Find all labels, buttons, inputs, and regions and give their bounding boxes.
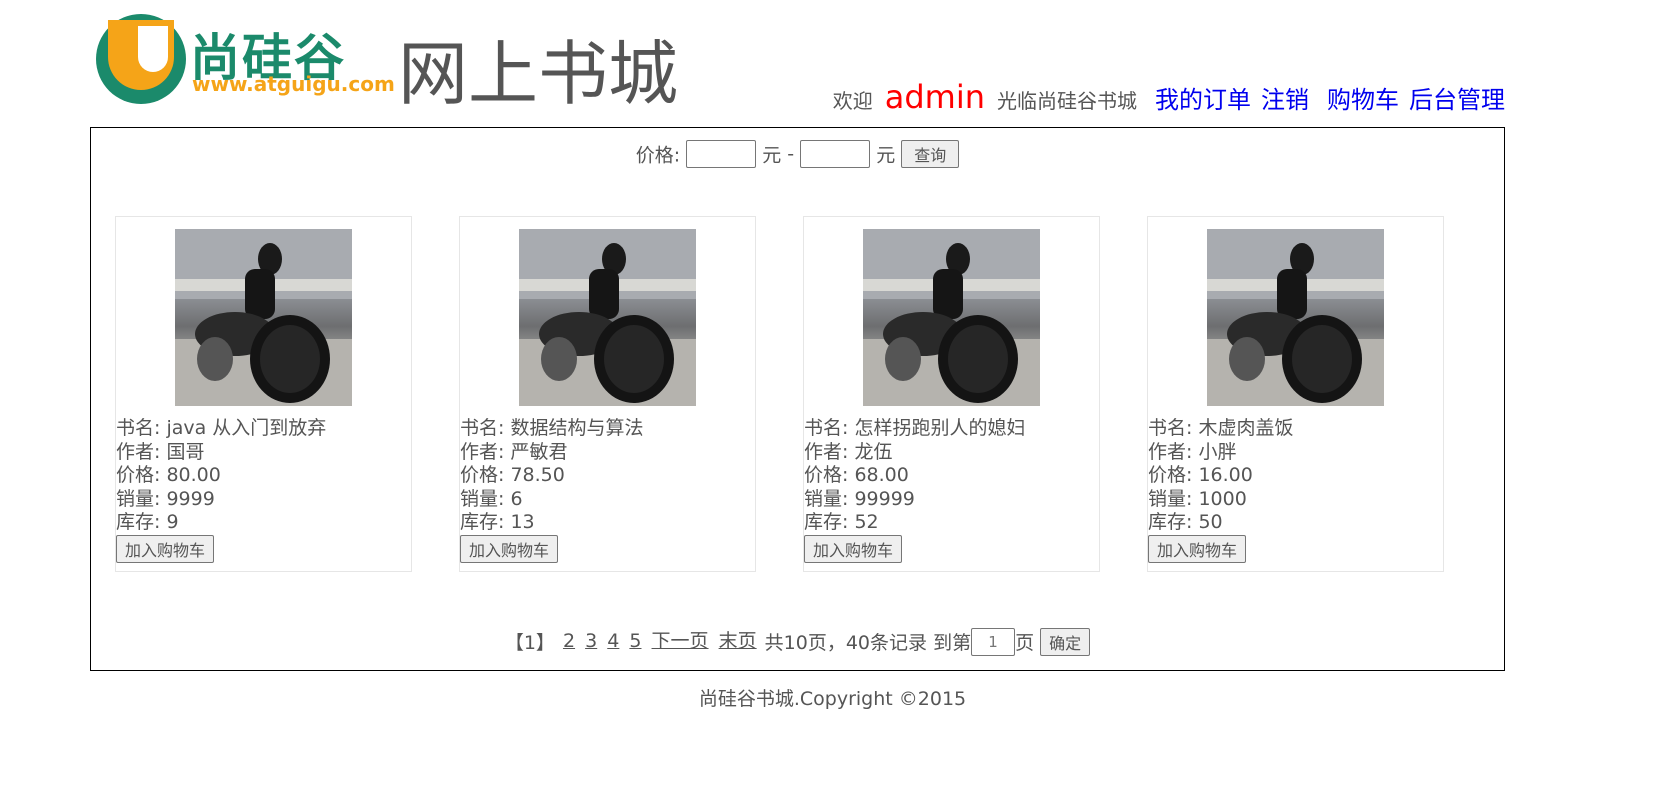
add-to-cart-button[interactable]: 加入购物车: [116, 535, 215, 563]
book-price: 价格: 80.00: [116, 464, 221, 486]
current-page: 【1】: [504, 632, 555, 654]
book-stock: 库存: 13: [460, 511, 535, 533]
add-to-cart-button[interactable]: 加入购物车: [460, 535, 559, 563]
book-cover-image: [863, 229, 1040, 406]
logo: 尚硅谷 www.atguigu.com: [96, 14, 395, 106]
logo-url-text: www.atguigu.com: [192, 72, 395, 96]
page-link-4[interactable]: 4: [607, 630, 619, 652]
max-price-input[interactable]: [800, 140, 871, 168]
site-title: 网上书城: [398, 33, 678, 115]
logo-u-mark: [96, 14, 186, 104]
page-link-2[interactable]: 2: [563, 630, 575, 652]
add-to-cart-button[interactable]: 加入购物车: [804, 535, 903, 563]
book-cover-image: [175, 229, 352, 406]
book-price: 价格: 68.00: [804, 464, 909, 486]
book-stock: 库存: 9: [116, 511, 179, 533]
goto-prefix: 到第: [933, 632, 972, 654]
price-label: 价格:: [635, 144, 681, 167]
book-stock: 库存: 52: [804, 511, 879, 533]
book-author: 作者: 小胖: [1148, 440, 1237, 463]
pagination: 【1】 2 3 4 5 下一页 末页 共10页，40条记录 到第 页 确定: [91, 626, 1504, 656]
book-card: 书名: java 从入门到放弃 作者: 国哥 价格: 80.00 销量: 999…: [115, 216, 412, 572]
admin-link[interactable]: 后台管理: [1409, 80, 1505, 115]
next-page-link[interactable]: 下一页: [652, 630, 709, 652]
last-page-link[interactable]: 末页: [719, 630, 757, 652]
book-cover-image: [519, 229, 696, 406]
book-sales: 销量: 99999: [804, 487, 915, 510]
welcome-text: 欢迎: [832, 89, 873, 113]
book-author: 作者: 严敏君: [460, 440, 568, 463]
motorcycle-rider-picture: [863, 229, 1040, 406]
book-sales: 销量: 1000: [1148, 487, 1247, 510]
page-link-5[interactable]: 5: [629, 630, 641, 652]
main-content: 价格: 元 - 元 查询 书名: java 从入门到放弃 作者: 国哥 价格: …: [90, 127, 1505, 671]
goto-page-input[interactable]: [971, 627, 1016, 656]
price-search: 价格: 元 - 元 查询: [91, 140, 1504, 168]
page-summary: 共10页，40条记录: [764, 632, 928, 654]
book-card: 书名: 数据结构与算法 作者: 严敏君 价格: 78.50 销量: 6 库存: …: [459, 216, 756, 572]
footer-copyright: 尚硅谷书城.Copyright ©2015: [698, 688, 967, 710]
book-name: 书名: java 从入门到放弃: [116, 417, 327, 439]
page-link-3[interactable]: 3: [585, 630, 597, 652]
motorcycle-rider-picture: [519, 229, 696, 406]
cart-link[interactable]: 购物车: [1327, 80, 1399, 115]
confirm-button[interactable]: 确定: [1040, 627, 1091, 656]
motorcycle-rider-picture: [1207, 229, 1384, 406]
book-name: 书名: 木虚肉盖饭: [1148, 417, 1294, 439]
book-cover-image: [1207, 229, 1384, 406]
book-stock: 库存: 50: [1148, 511, 1223, 533]
separator: -: [787, 143, 795, 165]
unit-label: 元: [762, 144, 782, 167]
motorcycle-rider-picture: [175, 229, 352, 406]
book-name: 书名: 怎样拐跑别人的媳妇: [804, 417, 1026, 439]
my-orders-link[interactable]: 我的订单: [1155, 80, 1251, 115]
logout-link[interactable]: 注销: [1261, 80, 1309, 115]
book-list: 书名: java 从入门到放弃 作者: 国哥 价格: 80.00 销量: 999…: [115, 216, 1495, 572]
welcome-suffix: 光临尚硅谷书城: [997, 89, 1137, 113]
book-name: 书名: 数据结构与算法: [460, 417, 644, 439]
book-sales: 销量: 9999: [116, 487, 215, 510]
query-button[interactable]: 查询: [901, 140, 960, 168]
add-to-cart-button[interactable]: 加入购物车: [1148, 535, 1247, 563]
book-author: 作者: 国哥: [116, 440, 205, 463]
username: admin: [884, 78, 985, 116]
book-author: 作者: 龙伍: [804, 440, 893, 463]
goto-suffix: 页: [1015, 632, 1035, 654]
user-bar: 欢迎 admin 光临尚硅谷书城 我的订单 注销 购物车 后台管理: [833, 78, 1505, 116]
unit-label: 元: [876, 144, 896, 167]
book-price: 价格: 16.00: [1148, 464, 1253, 486]
book-card: 书名: 木虚肉盖饭 作者: 小胖 价格: 16.00 销量: 1000 库存: …: [1147, 216, 1444, 572]
book-price: 价格: 78.50: [460, 464, 565, 486]
book-card: 书名: 怎样拐跑别人的媳妇 作者: 龙伍 价格: 68.00 销量: 99999…: [803, 216, 1100, 572]
min-price-input[interactable]: [686, 140, 757, 168]
book-sales: 销量: 6: [460, 487, 523, 510]
